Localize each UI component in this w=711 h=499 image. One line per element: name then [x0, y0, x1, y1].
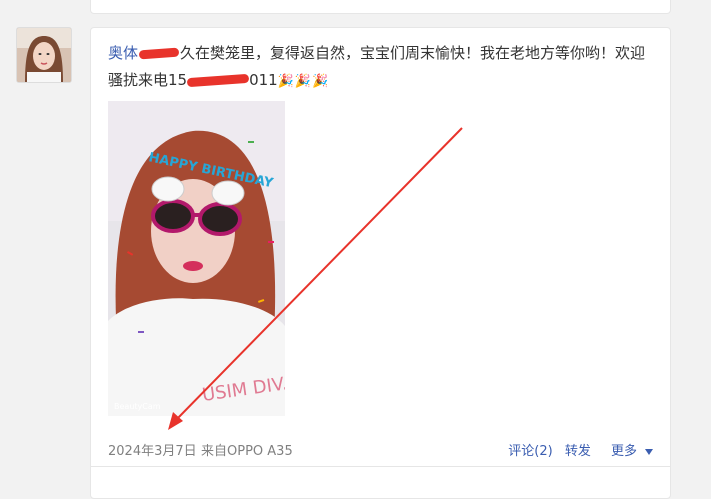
repost-button[interactable]: 转发: [565, 444, 591, 459]
redaction-mark-phone: [186, 73, 250, 88]
post-photo[interactable]: USIM DIV.N HAPPY BIRTHDAY BeautyCam: [108, 101, 285, 416]
photo-watermark: BeautyCam: [114, 402, 161, 411]
post-card: 奥体 久在樊笼里，复得返自然，宝宝们周末愉快！我在老地方等你哟！欢迎 骚扰来电15…: [90, 27, 671, 499]
post-footer: 2024年3月7日 来自OPPO A35 评论(2) 转发 更多: [108, 436, 653, 460]
next-comment-preview: [108, 480, 653, 494]
post-actions: 评论(2) 转发 更多: [500, 440, 653, 459]
post-source: 来自OPPO A35: [201, 444, 293, 459]
more-label: 更多: [610, 444, 637, 459]
redaction-mark: [138, 47, 180, 60]
user-avatar[interactable]: [16, 27, 72, 83]
photo-image: USIM DIV.N HAPPY BIRTHDAY BeautyCam: [108, 101, 285, 416]
avatar-image: [17, 28, 71, 82]
post-date[interactable]: 2024年3月7日: [108, 440, 197, 459]
post-text-phone-prefix: 骚扰来电15: [108, 71, 188, 89]
more-button[interactable]: 更多: [603, 444, 653, 459]
party-popper-icon: 🎉🎉🎉: [277, 74, 330, 89]
post-text-phone-suffix: 011: [249, 71, 278, 89]
comment-button[interactable]: 评论(2): [508, 444, 552, 459]
comment-divider: [91, 466, 670, 467]
previous-post-card: [90, 0, 671, 14]
author-name[interactable]: 奥体: [108, 44, 138, 62]
post-content: 奥体 久在樊笼里，复得返自然，宝宝们周末愉快！我在老地方等你哟！欢迎 骚扰来电15…: [108, 40, 653, 95]
chevron-down-icon: [645, 448, 653, 455]
post-text-line1: 久在樊笼里，复得返自然，宝宝们周末愉快！我在老地方等你哟！欢迎: [180, 44, 646, 62]
